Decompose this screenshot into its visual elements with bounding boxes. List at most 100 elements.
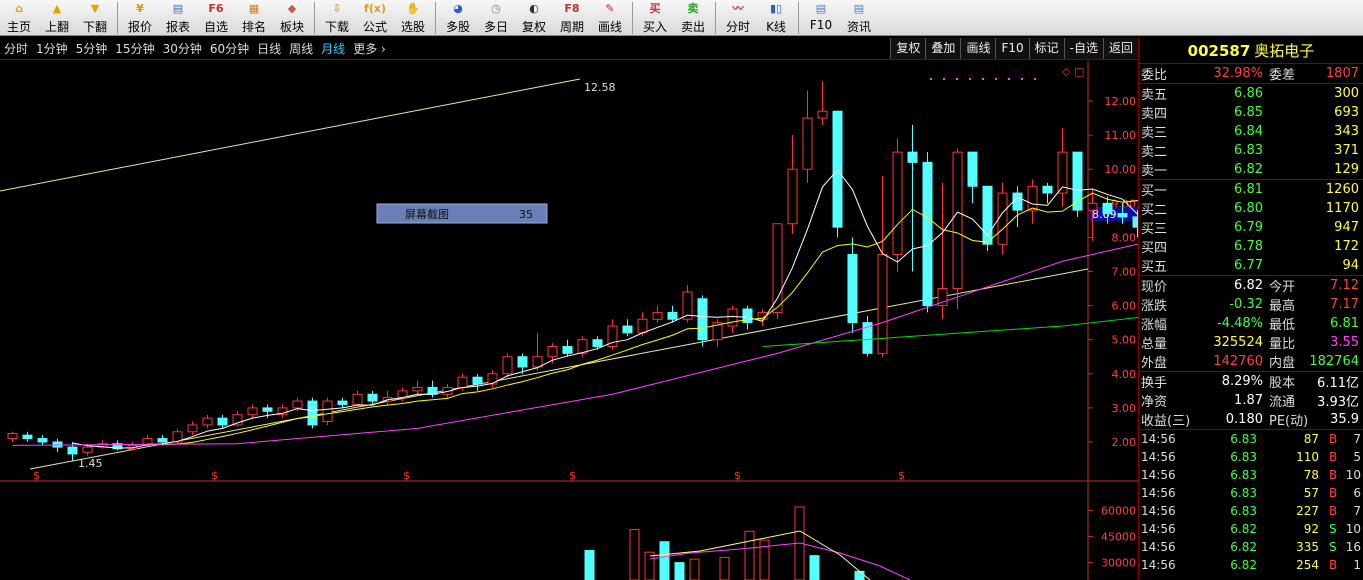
panel-cell: 外盘 (1141, 356, 1168, 371)
panel-cell: 6.83 (1230, 432, 1257, 446)
toolbar-news-button[interactable]: ▤ 资讯 (840, 0, 878, 36)
panel-cell: 7 (1353, 504, 1361, 518)
panel-cell: 买二 (1141, 203, 1168, 218)
toolbar-download-button[interactable]: ⇩ 下载 (318, 0, 356, 36)
chart-tool-button[interactable]: -自选 (1063, 38, 1103, 59)
toolbar-sell-button[interactable]: 卖卖出 (674, 0, 712, 36)
vol-tick-label: 30000 (1101, 557, 1136, 570)
dividend-marker: $ (403, 469, 410, 482)
tick-row: 14:56 6.83 110 B 5 (1139, 448, 1363, 466)
toolbar-label: 主页 (6, 20, 31, 34)
stat-row: 外盘 142760 内盘 182764 (1139, 352, 1363, 371)
toolbar-sector-button[interactable]: ◆ 板块 (273, 0, 311, 36)
period-tab[interactable]: 更多 › (349, 40, 390, 57)
toolbar-separator (314, 2, 315, 34)
toolbar-yen-button[interactable]: ¥ 报价 (121, 0, 159, 36)
period-tab[interactable]: 分时 (0, 40, 32, 57)
period-tab[interactable]: 30分钟 (159, 40, 206, 57)
panel-cell: 6.85 (1234, 105, 1263, 120)
period-tab[interactable]: 15分钟 (111, 40, 158, 57)
toolbar-adjust-button[interactable]: ◐ 复权 (515, 0, 553, 36)
toolbar-label: K线 (766, 20, 786, 34)
panel-cell: 947 (1334, 220, 1359, 235)
candle (1072, 151, 1083, 217)
panel-cell: B (1329, 486, 1338, 500)
sell-row: 卖一 6.82 129 (1139, 160, 1363, 179)
tick-row: 14:56 6.83 87 B 7 (1139, 430, 1363, 448)
diamond-icon[interactable]: ◇ (1062, 65, 1071, 78)
kline-icon: ▮▯ (769, 2, 783, 15)
toolbar-stock-pick-button[interactable]: ✋ 选股 (394, 0, 432, 36)
period-tab[interactable]: 60分钟 (206, 40, 253, 57)
toolbar-ranking-button[interactable]: ▦ 排名 (235, 0, 273, 36)
chart-tool-button[interactable]: 叠加 (925, 38, 961, 59)
panel-cell: 最高 (1269, 299, 1296, 314)
volume-bar (809, 555, 820, 580)
tick-list[interactable]: 14:56 6.83 87 B 7 14:56 6.83 110 B 5 14:56 6.83 78 B 1… (1139, 429, 1363, 574)
panel-cell: 6.81 (1234, 182, 1263, 197)
panel-cell: 6.83 (1230, 486, 1257, 500)
sector-icon: ◆ (287, 2, 297, 15)
panel-cell: 254 (1296, 558, 1319, 572)
chart-tool-button[interactable]: 返回 (1102, 38, 1138, 59)
toolbar-buy-button[interactable]: 买买入 (636, 0, 674, 36)
panel-cell: 5 (1353, 450, 1361, 464)
period-tab[interactable]: 日线 (253, 40, 285, 57)
panel-cell: 182764 (1309, 354, 1359, 369)
toolbar-f6-button[interactable]: F6 自选 (197, 0, 235, 36)
panel-cell: 6.82 (1234, 162, 1263, 177)
period-tab[interactable]: 1分钟 (32, 40, 72, 57)
panel-cell: 流通 (1269, 395, 1296, 410)
draw-line-icon: ✎ (605, 2, 615, 15)
panel-cell: 今开 (1269, 280, 1296, 295)
screenshot-popup[interactable]: 屏幕截图 35 (376, 203, 548, 224)
buy-row: 买五 6.77 94 (1139, 256, 1363, 275)
panel-cell: 6.11亿 (1317, 376, 1359, 391)
dividend-marker: $ (211, 469, 218, 482)
toolbar-home-button[interactable]: ⌂ 主页 (0, 0, 38, 36)
toolbar-report-button[interactable]: ▤ 报表 (159, 0, 197, 36)
chart-tool-button[interactable]: 画线 (960, 38, 996, 59)
panel-cell: 6.79 (1234, 220, 1263, 235)
volume-bar (744, 530, 755, 580)
period-tab[interactable]: 5分钟 (72, 40, 112, 57)
toolbar-separator (798, 2, 799, 34)
dividend-marker: $ (33, 469, 40, 482)
pink-marker (1021, 78, 1023, 80)
kline-chart[interactable]: 12.0011.0010.009.008.007.006.005.004.003… (0, 61, 1138, 580)
toolbar-label: 下载 (324, 20, 349, 34)
stock-code: 002587 (1187, 41, 1251, 60)
toolbar-multi-stock-button[interactable]: ◕ 多股 (439, 0, 477, 36)
toolbar-label: F10 (809, 18, 833, 32)
toolbar-draw-line-button[interactable]: ✎ 画线 (591, 0, 629, 36)
volume-bar (689, 558, 700, 580)
download-icon: ⇩ (332, 2, 342, 15)
toolbar-arrow-up-button[interactable]: ▲ 上翻 (38, 0, 76, 36)
toolbar-label: 公式 (362, 20, 387, 34)
chart-tool-button[interactable]: F10 (995, 38, 1029, 59)
panel-cell: 8.29% (1221, 374, 1263, 389)
toolbar-f8-button[interactable]: F8 周期 (553, 0, 591, 36)
toolbar-formula-button[interactable]: f(x) 公式 (356, 0, 394, 36)
toolbar-f10-button[interactable]: ▤ F10 (802, 0, 840, 36)
pink-marker (982, 78, 984, 80)
toolbar-multi-day-button[interactable]: ◷ 多日 (477, 0, 515, 36)
period-tab[interactable]: 月线 (317, 40, 349, 57)
panel-cell: 6.83 (1234, 143, 1263, 158)
toolbar-arrow-down-button[interactable]: ▼ 下翻 (76, 0, 114, 36)
toolbar-kline-button[interactable]: ▮▯ K线 (757, 0, 795, 36)
panel-cell: 涨幅 (1141, 318, 1168, 333)
fund-row: 收益(三) 0.180 PE(动) 35.9 (1139, 410, 1363, 429)
buy-row: 买二 6.80 1170 (1139, 199, 1363, 218)
buy-icon: 买 (649, 2, 661, 15)
chart-tool-button[interactable]: 复权 (890, 38, 926, 59)
panel-cell: 换手 (1141, 376, 1168, 391)
chart-tool-button[interactable]: 标记 (1028, 38, 1064, 59)
panel-cell: -0.32 (1229, 297, 1263, 312)
pink-marker (1008, 78, 1010, 80)
panel-cell: 总量 (1141, 337, 1168, 352)
toolbar-intraday-button[interactable]: 〰分时 (719, 0, 757, 36)
period-tab[interactable]: 周线 (285, 40, 317, 57)
toolbar-label: 报表 (165, 20, 190, 34)
square-icon[interactable]: □ (1074, 65, 1084, 78)
